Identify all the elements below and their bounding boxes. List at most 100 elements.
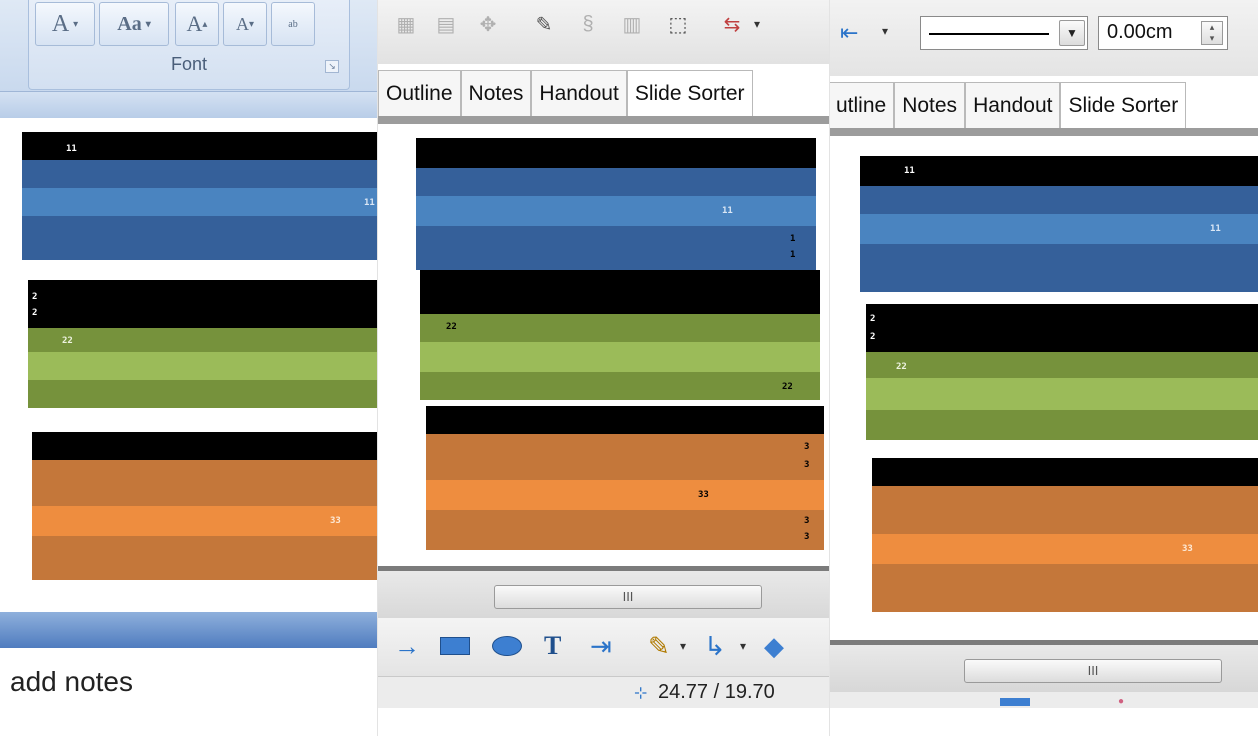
dialog-launcher-icon[interactable]: ↘ (325, 60, 339, 73)
tab-handout[interactable]: Handout (965, 82, 1061, 128)
horizontal-scrollbar[interactable]: III (378, 566, 830, 618)
tab-underline (830, 128, 1258, 136)
ellipse-icon[interactable] (490, 630, 524, 662)
band-header (426, 406, 824, 434)
clear-formatting-button[interactable]: ab (271, 2, 315, 46)
slide-orange[interactable]: 33 (872, 458, 1258, 612)
dropdown-icon[interactable]: ▾ (680, 630, 686, 662)
slide-label: 3 (804, 460, 810, 470)
band-dark (872, 486, 1258, 534)
slide-label: 33 (1182, 544, 1193, 554)
panel-impress-sorter: ▦ ▤ ✥ ✎ § ▥ ⬚ ⇆ ▾ Outline Notes Handout … (378, 0, 830, 736)
slide-label: 2 (32, 292, 38, 302)
layout-icon[interactable]: ▥ (618, 10, 646, 38)
tab-slide-sorter[interactable]: Slide Sorter (1060, 82, 1187, 128)
band-dark (872, 564, 1258, 612)
band-dark (28, 380, 378, 408)
slide-label: 3 (804, 442, 810, 452)
slide-label: 11 (722, 206, 733, 216)
pencil-icon[interactable]: ● (1118, 696, 1124, 707)
tab-handout[interactable]: Handout (531, 70, 627, 116)
chevron-down-icon[interactable]: ▼ (1059, 20, 1085, 46)
slide-label: 22 (782, 382, 793, 392)
slide-label: 22 (896, 362, 907, 372)
shrink-font-button[interactable]: A ▾ (223, 2, 267, 46)
grow-font-button[interactable]: A ▴ (175, 2, 219, 46)
band-header (866, 304, 1258, 352)
slide-green[interactable]: 2 2 22 (28, 280, 378, 408)
standard-toolbar: ▦ ▤ ✥ ✎ § ▥ ⬚ ⇆ ▾ (378, 0, 830, 64)
slide-label: 33 (330, 516, 341, 526)
scrollbar-thumb[interactable]: III (494, 585, 762, 609)
slide-green[interactable]: 22 22 (420, 270, 820, 400)
view-tabs: Outline Notes Handout Slide Sorter (378, 70, 753, 116)
move-icon[interactable]: ✥ (474, 10, 502, 38)
change-case-button[interactable]: Aa ▾ (99, 2, 169, 46)
slide-label: 11 (904, 166, 915, 176)
rectangle-icon[interactable] (438, 630, 472, 662)
navigator-icon[interactable]: ⇆ (718, 10, 746, 38)
connector-icon[interactable]: ↳ (704, 630, 726, 662)
edit-icon[interactable]: ✎ (530, 10, 558, 38)
panel-office-ribbon: A ▾ Aa ▾ A ▴ A ▾ ab Font ↘ 11 11 2 2 22 33 (0, 0, 378, 736)
horizontal-scrollbar[interactable]: III (830, 640, 1258, 692)
table-icon[interactable]: ▤ (432, 10, 460, 38)
slide-orange[interactable]: 3 3 33 3 3 (426, 406, 824, 550)
tab-notes[interactable]: Notes (894, 82, 966, 128)
slide-label: 11 (66, 144, 77, 154)
band-dark (860, 244, 1258, 292)
notes-divider (0, 612, 378, 648)
slide-blue[interactable]: 11 11 (22, 132, 378, 260)
font-color-button[interactable]: A ▾ (35, 2, 95, 46)
pencil-icon[interactable]: ✎ (648, 630, 670, 662)
dropdown-icon[interactable]: ▾ (882, 24, 888, 38)
line-toolbar: ⇤ ▾ ▼ 0.00cm ▴ ▾ (830, 0, 1258, 76)
add-notes-placeholder[interactable]: add notes (10, 666, 133, 698)
band-light (426, 480, 824, 510)
band-dark (28, 328, 378, 352)
dropdown-icon[interactable]: ▾ (750, 10, 764, 38)
slide-orange[interactable]: 33 (32, 432, 378, 580)
change-case-label: Aa (117, 12, 142, 35)
arrow-icon[interactable]: → (394, 630, 420, 662)
line-width-field[interactable]: 0.00cm ▴ ▾ (1098, 16, 1228, 50)
band-light (416, 196, 816, 226)
diamond-icon[interactable]: ◆ (764, 630, 784, 662)
select-icon[interactable]: ⬚ (664, 10, 692, 38)
tab-outline[interactable]: utline (830, 82, 895, 128)
slide-label: 1 (790, 234, 796, 244)
slide-blue[interactable]: 11 1 1 (416, 138, 816, 270)
font-group-label: Font (170, 54, 208, 74)
band-light (866, 378, 1258, 410)
slide-label: 22 (446, 322, 457, 332)
format-icon[interactable]: § (574, 10, 602, 38)
rectangle-icon[interactable] (1000, 698, 1030, 706)
grow-font-label: A (186, 11, 203, 36)
line-style-select[interactable]: ▼ (920, 16, 1088, 50)
band-header (872, 458, 1258, 486)
band-header (416, 138, 816, 168)
slide-blue[interactable]: 11 11 (860, 156, 1258, 292)
dimension-icon[interactable]: ⇥ (590, 630, 612, 662)
band-dark (416, 226, 816, 270)
grid-icon[interactable]: ▦ (392, 10, 420, 38)
spin-buttons[interactable]: ▴ ▾ (1201, 21, 1223, 45)
font-group: A ▾ Aa ▾ A ▴ A ▾ ab Font ↘ (28, 0, 350, 90)
band-header (420, 270, 820, 314)
band-header (32, 432, 378, 460)
dropdown-icon[interactable]: ▾ (740, 630, 746, 662)
band-light (872, 534, 1258, 564)
tab-outline[interactable]: Outline (378, 70, 461, 116)
band-dark (420, 372, 820, 400)
tab-slide-sorter[interactable]: Slide Sorter (626, 70, 753, 116)
scrollbar-thumb[interactable]: III (964, 659, 1222, 683)
position-icon: ⊹ (634, 685, 648, 702)
slide-green[interactable]: 2 2 22 (866, 304, 1258, 440)
band-dark (22, 160, 378, 188)
slide-label: 3 (804, 532, 810, 542)
line-ends-icon[interactable]: ⇤ (840, 20, 858, 46)
text-icon[interactable]: T (544, 630, 561, 662)
tab-notes[interactable]: Notes (460, 70, 532, 116)
band-dark (22, 216, 378, 260)
view-tabs: utline Notes Handout Slide Sorter (830, 82, 1187, 128)
